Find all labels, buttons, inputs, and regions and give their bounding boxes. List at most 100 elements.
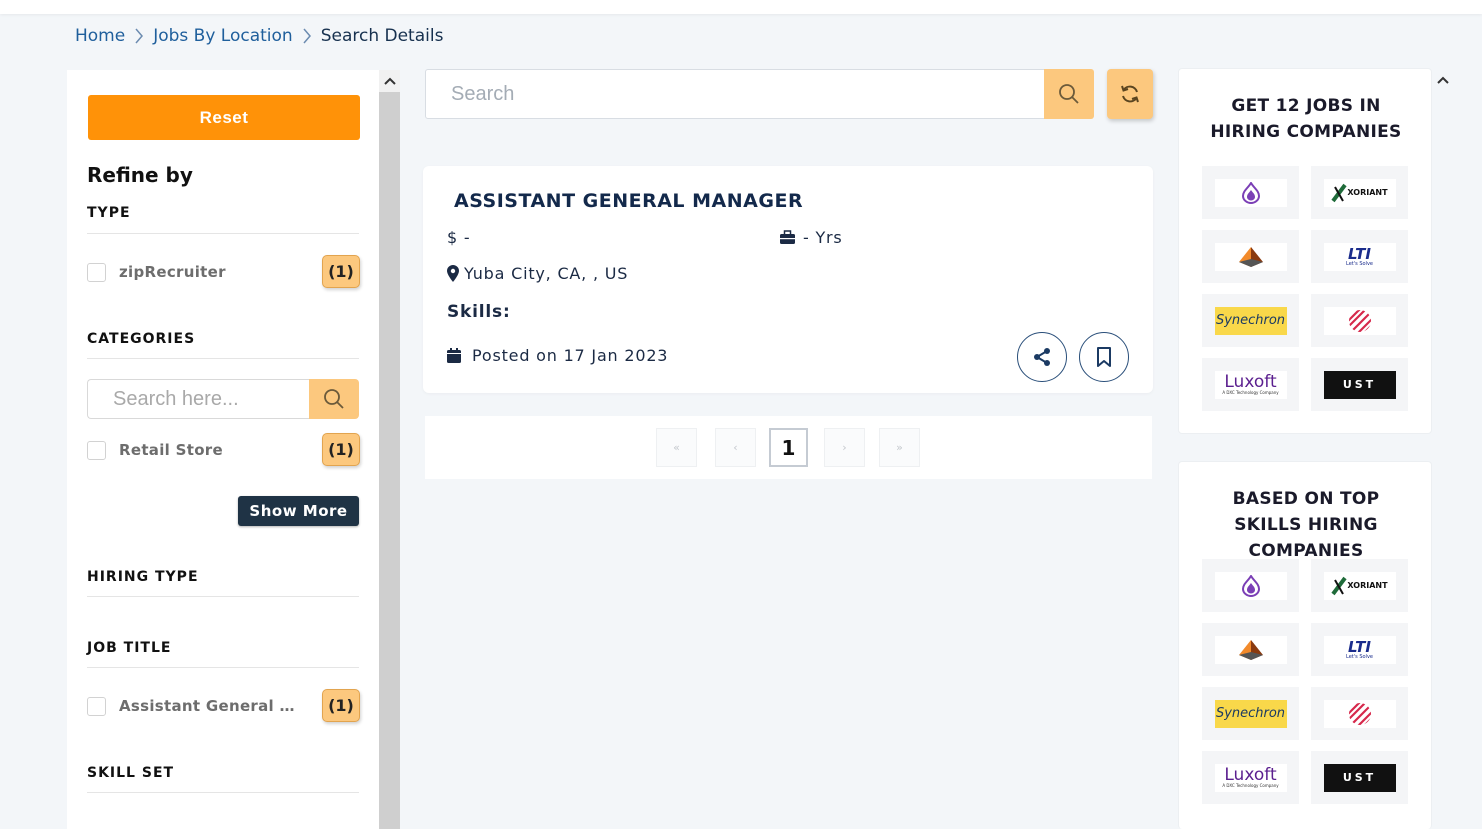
panel-title: BASED ON TOP SKILLS HIRING COMPANIES <box>1232 489 1380 561</box>
bookmark-icon <box>1096 347 1112 367</box>
checkbox[interactable] <box>87 262 106 282</box>
count-badge: (1) <box>322 255 360 288</box>
company-logo[interactable]: Synechron <box>1202 687 1299 740</box>
checkbox[interactable] <box>87 696 106 716</box>
company-logo[interactable] <box>1202 559 1299 612</box>
breadcrumb-current: Search Details <box>320 26 444 46</box>
company-logo[interactable]: Luxoft A DXC Technology Company <box>1202 358 1299 411</box>
next-page-button[interactable]: › <box>824 428 865 467</box>
pyramid-logo-icon <box>1214 242 1287 271</box>
xoriant-logo-icon: XORIANT <box>1331 183 1388 203</box>
calendar-icon <box>447 348 461 363</box>
bookmark-button[interactable] <box>1079 332 1129 382</box>
reset-button[interactable]: Reset <box>88 95 360 140</box>
striped-circle-logo-icon <box>1323 699 1396 728</box>
hiring-type-heading: HIRING TYPE <box>87 569 199 585</box>
breadcrumb-jobs-by-location[interactable]: Jobs By Location <box>153 26 293 46</box>
category-search-input[interactable] <box>87 379 309 419</box>
company-logo[interactable]: XORIANT <box>1311 166 1408 219</box>
luxoft-logo-text: Luxoft <box>1224 372 1277 392</box>
refresh-button[interactable] <box>1107 69 1153 119</box>
company-logo[interactable]: LTI Let's Solve <box>1311 230 1408 283</box>
filter-label: Assistant General Manager <box>119 697 297 715</box>
company-logo[interactable] <box>1202 623 1299 676</box>
hiring-companies-panel: GET 12 JOBS IN HIRING COMPANIES XORIANT … <box>1178 68 1432 434</box>
job-card[interactable]: ASSISTANT GENERAL MANAGER $ - - Yrs Yuba… <box>423 166 1153 393</box>
breadcrumb-home[interactable]: Home <box>75 26 125 46</box>
company-logo[interactable]: Synechron <box>1202 294 1299 347</box>
briefcase-icon <box>779 230 796 245</box>
filter-item-category[interactable]: Retail Store (1) <box>87 433 360 467</box>
pagination: « ‹ 1 › » <box>425 416 1152 479</box>
posted-text: Posted on 17 Jan 2023 <box>472 346 669 365</box>
logo-text: XORIANT <box>1347 188 1388 197</box>
job-experience: - Yrs <box>779 228 843 247</box>
categories-heading: CATEGORIES <box>87 331 196 347</box>
company-logo[interactable]: UST <box>1311 358 1408 411</box>
first-page-button[interactable]: « <box>656 428 697 467</box>
synechron-logo-text: Synechron <box>1214 699 1287 728</box>
breadcrumb: Home Jobs By Location Search Details <box>75 26 443 46</box>
company-logo[interactable]: Luxoft A DXC Technology Company <box>1202 751 1299 804</box>
job-search-input[interactable]: Search <box>425 69 1045 119</box>
filter-label: Retail Store <box>119 441 223 459</box>
top-skills-companies-panel: BASED ON TOP SKILLS HIRING COMPANIES XOR… <box>1178 461 1432 829</box>
synechron-logo-text: Synechron <box>1214 306 1287 335</box>
filter-item-type[interactable]: zipRecruiter (1) <box>87 255 360 289</box>
share-button[interactable] <box>1017 332 1067 382</box>
last-page-button[interactable]: » <box>879 428 920 467</box>
count-badge: (1) <box>322 433 360 466</box>
ust-logo-text: UST <box>1323 763 1396 792</box>
divider <box>87 667 359 668</box>
show-more-button[interactable]: Show More <box>238 496 359 526</box>
luxoft-logo-text: Luxoft <box>1224 765 1277 785</box>
job-title-heading: JOB TITLE <box>87 640 172 656</box>
striped-circle-logo-icon <box>1323 306 1396 335</box>
company-logo[interactable] <box>1311 294 1408 347</box>
experience-text: - Yrs <box>803 228 843 247</box>
job-location: Yuba City, CA, , US <box>447 264 628 283</box>
refresh-icon <box>1119 83 1141 105</box>
page-1-button[interactable]: 1 <box>769 428 808 467</box>
location-text: Yuba City, CA, , US <box>464 264 629 283</box>
lti-logo-text: LTI <box>1348 637 1371 656</box>
share-icon <box>1032 347 1052 367</box>
prev-page-button[interactable]: ‹ <box>715 428 756 467</box>
lti-tagline: Let's Solve <box>1346 653 1373 660</box>
pyramid-logo-icon <box>1214 635 1287 664</box>
job-salary: $ - <box>447 228 471 247</box>
ust-logo-text: UST <box>1323 370 1396 399</box>
map-marker-icon <box>447 265 459 282</box>
divider <box>87 596 359 597</box>
flame-logo-icon <box>1214 571 1287 600</box>
filter-sidebar: Reset Refine by TYPE zipRecruiter (1) CA… <box>67 70 379 829</box>
type-heading: TYPE <box>87 205 131 221</box>
skill-set-heading: SKILL SET <box>87 765 175 781</box>
divider <box>87 792 359 793</box>
xoriant-logo-icon: XORIANT <box>1331 576 1388 596</box>
chevron-up-icon[interactable] <box>1432 70 1453 90</box>
search-icon[interactable] <box>1044 69 1094 119</box>
lti-tagline: Let's Solve <box>1346 260 1373 267</box>
count-badge: (1) <box>322 689 360 722</box>
job-title[interactable]: ASSISTANT GENERAL MANAGER <box>454 190 803 212</box>
company-logo[interactable]: LTI Let's Solve <box>1311 623 1408 676</box>
checkbox[interactable] <box>87 440 106 460</box>
lti-logo-text: LTI <box>1348 244 1371 263</box>
company-logo[interactable] <box>1202 230 1299 283</box>
refine-by-heading: Refine by <box>87 163 193 187</box>
company-logo[interactable]: XORIANT <box>1311 559 1408 612</box>
skills-label: Skills: <box>447 302 511 322</box>
chevron-up-icon[interactable] <box>379 70 400 92</box>
sidebar-scrollbar[interactable] <box>379 70 400 829</box>
company-logo[interactable] <box>1202 166 1299 219</box>
search-icon[interactable] <box>309 379 359 419</box>
chevron-right-icon <box>293 27 321 45</box>
logo-text: XORIANT <box>1347 581 1388 590</box>
company-logo[interactable] <box>1311 687 1408 740</box>
panel-title: GET 12 JOBS IN HIRING COMPANIES <box>1210 96 1402 142</box>
filter-item-job-title[interactable]: Assistant General Manager (1) <box>87 689 360 723</box>
divider <box>87 358 359 359</box>
chevron-right-icon <box>125 27 153 45</box>
company-logo[interactable]: UST <box>1311 751 1408 804</box>
